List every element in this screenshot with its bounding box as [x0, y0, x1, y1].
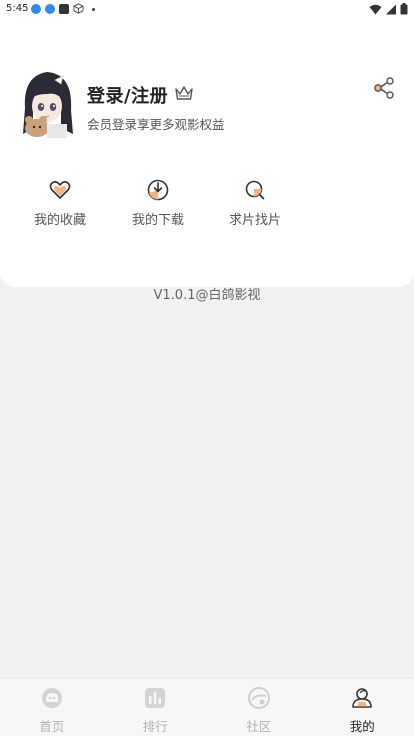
member-benefits-text: 会员登录享更多观影权益	[87, 117, 225, 132]
avatar[interactable]	[17, 68, 77, 138]
heart-icon	[49, 181, 71, 199]
avatar-illustration	[17, 68, 77, 138]
profile-icon	[352, 688, 373, 708]
tab-profile[interactable]: 我的	[311, 679, 414, 736]
tab-community-label: 社区	[246, 719, 272, 734]
crown-icon	[175, 86, 193, 100]
signal-icon	[386, 4, 396, 14]
home-icon	[41, 688, 62, 708]
bottom-nav: 首页 排行 社区 我的	[0, 678, 414, 736]
notification-icon	[31, 4, 41, 14]
wifi-icon	[369, 4, 382, 14]
my-favorites-label: 我的收藏	[33, 213, 86, 228]
search-film-icon	[245, 180, 265, 200]
tab-ranking-label: 排行	[142, 719, 168, 734]
my-downloads-label: 我的下载	[131, 213, 184, 228]
tab-home-label: 首页	[39, 719, 65, 734]
download-icon	[147, 179, 169, 201]
login-register-link[interactable]: 登录/注册	[87, 82, 168, 108]
my-favorites-button[interactable]: 我的收藏	[24, 178, 96, 228]
community-icon	[247, 687, 270, 709]
tab-home[interactable]: 首页	[0, 679, 104, 736]
system-indicators	[369, 3, 408, 15]
share-button[interactable]	[372, 76, 396, 100]
tab-community[interactable]: 社区	[207, 679, 311, 736]
tab-profile-label: 我的	[349, 719, 375, 734]
notification-icon	[45, 4, 55, 14]
battery-icon	[400, 3, 408, 15]
request-film-button[interactable]: 求片找片	[219, 178, 291, 228]
my-downloads-button[interactable]: 我的下载	[122, 178, 194, 228]
profile-card: 登录/注册 会员登录享更多观影权益 我的收藏 我的下载 求片找片	[0, 0, 414, 287]
status-time: 5:45	[6, 3, 29, 14]
notification-icon	[59, 4, 69, 14]
cube-icon	[73, 3, 84, 14]
tab-ranking[interactable]: 排行	[104, 679, 208, 736]
more-notifications-dot	[92, 8, 95, 11]
request-film-label: 求片找片	[228, 213, 281, 228]
status-bar: 5:45	[0, 0, 414, 18]
ranking-icon	[145, 688, 166, 708]
share-icon	[374, 77, 394, 99]
